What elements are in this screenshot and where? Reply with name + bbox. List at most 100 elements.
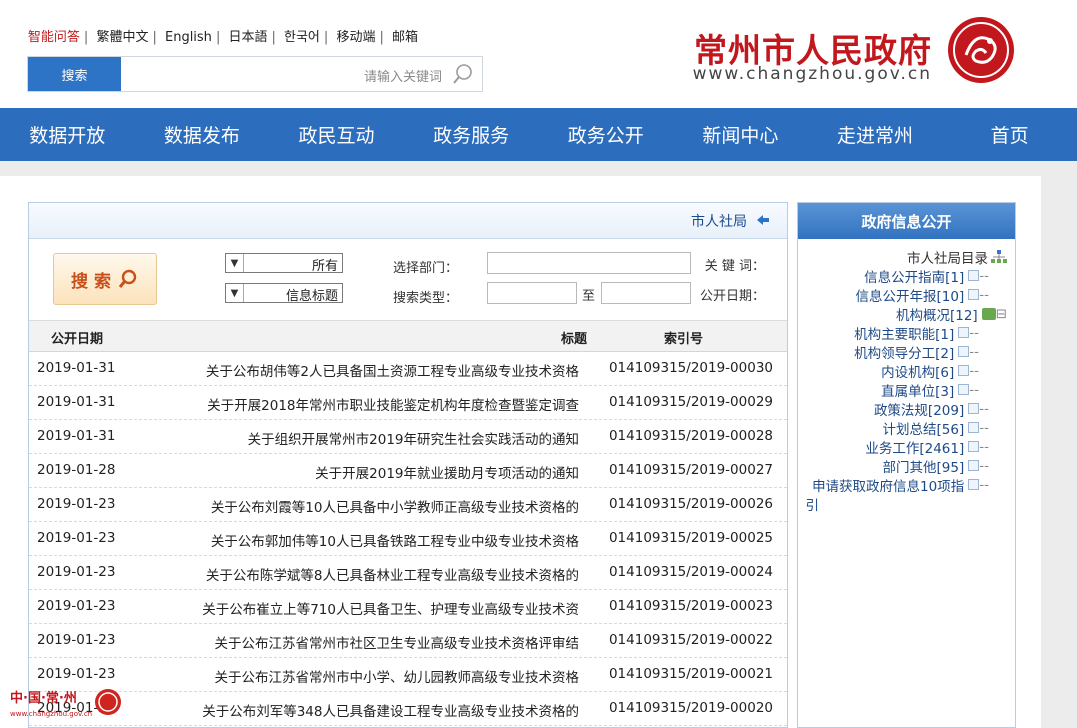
link-japanese[interactable]: 日本語 <box>228 30 267 45</box>
date-from-input[interactable] <box>601 282 691 304</box>
row-title-link[interactable]: 关于公布胡伟等2人已具备国土资源工程专业高级专业技术资格 <box>206 360 579 380</box>
dept-label: 选择部门： <box>393 261 459 276</box>
search-input[interactable]: 请输入关键词 <box>364 66 442 85</box>
row-index: 014109315/2019-00030 <box>608 360 773 376</box>
watermark-logo: 中·国·常·州 www.changzhou.gov.cn <box>10 689 121 718</box>
row-date: 2019-01-23 <box>37 496 116 512</box>
nav-open-data[interactable]: 数据开放 <box>0 108 135 161</box>
tree-item[interactable]: 机构领导分工[2] -- <box>854 342 979 362</box>
table-row[interactable]: 014109315/2019-00023 关于公布崔立上等710人已具备卫生、护理… <box>29 590 787 624</box>
filter-search-button[interactable]: 搜 索 <box>53 253 157 305</box>
tree-item[interactable]: 内设机构[6] -- <box>881 361 979 381</box>
tree-item[interactable]: 引 <box>806 494 820 514</box>
table-row[interactable]: 014109315/2019-00022 关于公布江苏省常州市社区卫生专业高级专业… <box>29 624 787 658</box>
nav-data-release[interactable]: 数据发布 <box>135 108 270 161</box>
row-index: 014109315/2019-00025 <box>608 530 773 546</box>
info-table: 014109315/2019-00030 关于公布胡伟等2人已具备国土资源工程专业… <box>29 352 787 726</box>
nav-public-interaction[interactable]: 政民互动 <box>269 108 404 161</box>
table-row[interactable]: 014109315/2019-00027 关于开展2019年就业援助月专项活动的通… <box>29 454 787 488</box>
row-title-link[interactable]: 关于开展2018年常州市职业技能鉴定机构年度检查暨鉴定调查 <box>207 394 579 414</box>
keyword-label: 关 键 词： <box>704 259 765 274</box>
tree-root[interactable]: 市人社局目录 <box>907 247 1007 267</box>
tree-item[interactable]: 信息公开指南[1] -- <box>864 266 989 286</box>
row-date: 2019-01-23 <box>37 632 116 648</box>
site-header: 智能问答 | 繁體中文 | English | 日本語 | 한국어 | 移动端 | 邮箱 搜… <box>0 0 1077 108</box>
table-row[interactable]: 014109315/2019-00029 关于开展2018年常州市职业技能鉴定机构… <box>29 386 787 420</box>
nav-government-services[interactable]: 政务服务 <box>404 108 539 161</box>
table-row[interactable]: 014109315/2019-00021 关于公布江苏省常州市中小学、幼儿园教师高… <box>29 658 787 692</box>
col-date: 公开日期 <box>51 332 104 347</box>
page-icon <box>968 403 980 414</box>
svg-text:中·国·常·州: 中·国·常·州 <box>10 690 77 706</box>
page-icon <box>958 365 970 376</box>
type-select[interactable]: ▼ 信息标题 <box>225 283 343 304</box>
dept-select[interactable]: ▼ 所有 <box>225 253 343 274</box>
tree-item[interactable]: 机构主要职能[1] -- <box>854 323 979 343</box>
page-icon <box>968 422 980 433</box>
row-title-link[interactable]: 关于公布刘霞等10人已具备中小学教师正高级专业技术资格的 <box>211 496 579 516</box>
table-row[interactable]: 014109315/2019-00026 关于公布刘霞等10人已具备中小学教师正高… <box>29 488 787 522</box>
table-header: 索引号 标题 公开日期 <box>29 321 787 352</box>
folder-icon <box>981 307 996 320</box>
chevron-down-icon: ▼ <box>226 254 244 272</box>
table-row[interactable]: 014109315/2019-00024 关于公布陈学斌等8人已具备林业工程专业高… <box>29 556 787 590</box>
row-title-link[interactable]: 关于公布陈学斌等8人已具备林业工程专业高级专业技术资格的 <box>206 564 579 584</box>
row-index: 014109315/2019-00022 <box>608 632 773 648</box>
table-row[interactable]: 014109315/2019-00030 关于公布胡伟等2人已具备国土资源工程专业… <box>29 352 787 386</box>
tree-item[interactable]: 政策法规[209] -- <box>874 399 989 419</box>
nav-government-affairs[interactable]: 政务公开 <box>539 108 674 161</box>
search-icon <box>453 64 472 84</box>
table-row[interactable]: 014109315/2019-00028 关于组织开展常州市2019年研究生社会实… <box>29 420 787 454</box>
row-index: 014109315/2019-00020 <box>608 700 773 716</box>
page-icon <box>968 270 980 281</box>
row-index: 014109315/2019-00026 <box>608 496 773 512</box>
col-title: 标题 <box>560 332 587 347</box>
tree-item[interactable]: 机构概况[12] ⊟ <box>896 304 1007 324</box>
tree-item[interactable]: 直属单位[3] -- <box>881 380 979 400</box>
nav-news-center[interactable]: 新闻中心 <box>673 108 808 161</box>
tree-item[interactable]: 业务工作[2461] -- <box>865 437 989 457</box>
panel-header: 市人社局 <box>29 203 787 239</box>
page-icon <box>958 327 970 338</box>
link-mobile[interactable]: 移动端 <box>336 30 375 45</box>
row-title-link[interactable]: 关于组织开展常州市2019年研究生社会实践活动的通知 <box>248 428 579 448</box>
language-links: 智能问答 | 繁體中文 | English | 日本語 | 한국어 | 移动端 | 邮箱 <box>27 30 418 45</box>
date-to-input[interactable] <box>487 282 577 304</box>
site-search: 搜索 请输入关键词 <box>27 56 483 92</box>
sidebar-title: 政府信息公开 <box>798 203 1015 239</box>
search-button[interactable]: 搜索 <box>28 57 121 91</box>
nav-home[interactable]: 首页 <box>942 108 1077 161</box>
row-date: 2019-01-28 <box>37 462 116 478</box>
page-icon <box>968 479 980 490</box>
city-seal-logo[interactable] <box>946 15 1016 85</box>
row-title-link[interactable]: 关于开展2019年就业援助月专项活动的通知 <box>315 462 579 482</box>
date-to-label: 至 <box>582 289 596 304</box>
row-title-link[interactable]: 关于公布江苏省常州市中小学、幼儿园教师高级专业技术资格 <box>215 666 580 686</box>
content-area: 市人社局 关 键 词： 选择部门： ▼ 所有 公开日期： 至 搜索类型： ▼ 信… <box>0 176 1041 728</box>
row-title-link[interactable]: 关于公布刘军等348人已具备建设工程专业高级专业技术资格的 <box>202 700 579 720</box>
table-row[interactable]: 014109315/2019-00025 关于公布郭加伟等10人已具备铁路工程专业… <box>29 522 787 556</box>
link-mailbox[interactable]: 邮箱 <box>392 30 418 45</box>
nav-about-changzhou[interactable]: 走进常州 <box>808 108 943 161</box>
info-list-panel: 市人社局 关 键 词： 选择部门： ▼ 所有 公开日期： 至 搜索类型： ▼ 信… <box>28 202 788 728</box>
link-traditional-chinese[interactable]: 繁體中文 <box>96 30 148 45</box>
tree-item[interactable]: 计划总结[56] -- <box>883 418 989 438</box>
link-smart-qa[interactable]: 智能问答 <box>28 30 80 45</box>
row-date: 2019-01-31 <box>37 428 116 444</box>
row-index: 014109315/2019-00021 <box>608 666 773 682</box>
filter-search-label: 搜 索 <box>71 271 111 292</box>
row-title-link[interactable]: 关于公布崔立上等710人已具备卫生、护理专业高级专业技术资 <box>202 598 579 618</box>
sidebar: 政府信息公开 市人社局目录 信息公开指南[1] -- 信息公开年报[10] -- 机… <box>797 202 1016 728</box>
type-label: 搜索类型： <box>393 291 459 306</box>
row-index: 014109315/2019-00023 <box>608 598 773 614</box>
link-english[interactable]: English <box>165 30 212 45</box>
magnifier-icon <box>118 269 137 288</box>
row-title-link[interactable]: 关于公布郭加伟等10人已具备铁路工程专业中级专业技术资格 <box>211 530 579 550</box>
tree-item[interactable]: 信息公开年报[10] -- <box>856 285 989 305</box>
link-korean[interactable]: 한국어 <box>284 30 320 45</box>
row-title-link[interactable]: 关于公布江苏省常州市社区卫生专业高级专业技术资格评审结 <box>215 632 580 652</box>
tree-item[interactable]: 部门其他[95] -- <box>883 456 989 476</box>
keyword-input[interactable] <box>487 252 691 274</box>
tree-item[interactable]: 申请获取政府信息10项指 -- <box>812 475 989 495</box>
table-row[interactable]: 014109315/2019-00020 关于公布刘军等348人已具备建设工程专业… <box>29 692 787 726</box>
